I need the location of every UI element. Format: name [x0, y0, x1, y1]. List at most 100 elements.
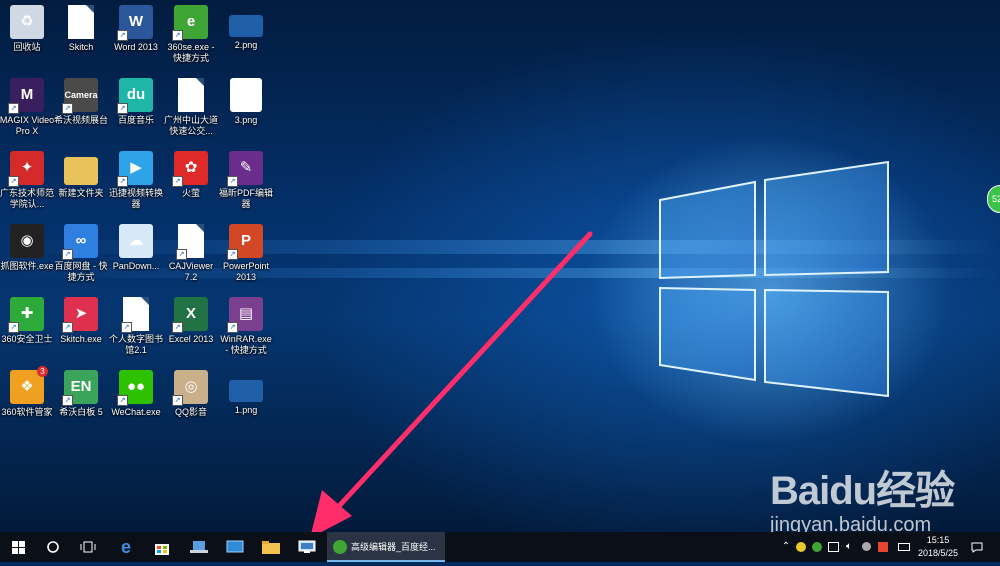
desktop-icon-image: ♻	[10, 5, 44, 39]
tray-stop-icon[interactable]	[862, 532, 876, 562]
shortcut-arrow-icon: ↗	[8, 322, 19, 333]
network-window-button[interactable]	[289, 532, 325, 562]
desktop-icon-label: 广东技术师范学院认...	[0, 188, 54, 209]
watermark-url: jingyan.baidu.com	[770, 514, 932, 532]
desktop-icon[interactable]: ✿ ↗ 火萤	[163, 151, 219, 199]
desktop-icon-label: 广州中山大道快速公交...	[163, 115, 218, 136]
desktop-icon[interactable]: 广州中山大道快速公交...	[163, 78, 219, 137]
cortana-button[interactable]	[36, 532, 70, 562]
desktop-icon-label: Skitch	[68, 42, 94, 52]
desktop-icon[interactable]: ▶ ↗ 迅捷视频转换器	[108, 151, 164, 210]
desktop-icon-label: 360软件管家	[1, 407, 53, 417]
desktop-icon[interactable]: 新建文件夹	[53, 151, 109, 199]
browser-360-icon	[333, 540, 347, 554]
desktop-icon-label: 百度音乐	[117, 115, 154, 125]
desktop-icon-label: 福昕PDF编辑器	[218, 188, 273, 209]
shortcut-arrow-icon: ↗	[8, 176, 19, 187]
desktop-icon-label: PowerPoint 2013	[222, 261, 270, 282]
remote-desktop-button[interactable]	[217, 532, 253, 562]
desktop-icon[interactable]: X ↗ Excel 2013	[163, 297, 219, 345]
desktop-icon-label: CAJViewer 7.2	[168, 261, 214, 282]
desktop[interactable]: ♻ 回收站 Skitch W ↗ Word 2013 e ↗ 360se.exe - 快捷方式 2…	[0, 0, 1000, 532]
desktop-icon[interactable]: ●● ↗ WeChat.exe	[108, 370, 164, 418]
desktop-icon[interactable]: ∞ ↗ 百度网盘 - 快捷方式	[53, 224, 109, 283]
desktop-icon[interactable]: ✦ ↗ 广东技术师范学院认...	[0, 151, 55, 210]
desktop-icon[interactable]: ✚ ↗ 360安全卫士	[0, 297, 55, 345]
desktop-icon[interactable]: ◎ ↗ QQ影音	[163, 370, 219, 418]
action-center-button[interactable]	[966, 532, 988, 562]
desktop-icon[interactable]: P ↗ PowerPoint 2013	[218, 224, 274, 283]
desktop-icon-image: ✎ ↗	[227, 151, 263, 187]
desktop-icon[interactable]: W ↗ Word 2013	[108, 5, 164, 53]
edge-button[interactable]: e	[108, 532, 144, 562]
tray-network-icon[interactable]	[828, 532, 842, 562]
start-button[interactable]	[0, 532, 36, 562]
desktop-icon-image	[229, 380, 263, 402]
show-hidden-icons-button[interactable]: ⌃	[780, 532, 792, 562]
desktop-icon-label: QQ影音	[174, 407, 207, 417]
desktop-icon[interactable]: ↗ 个人数字图书馆2.1	[108, 297, 164, 356]
desktop-icon-image: ↗	[121, 297, 149, 333]
desktop-icon[interactable]: 2.png	[218, 5, 274, 51]
desktop-icon-label: 抓图软件.exe	[0, 261, 54, 271]
file-explorer-button[interactable]	[253, 532, 289, 562]
task-view-icon	[80, 541, 96, 553]
desktop-icon-label: 火萤	[181, 188, 200, 198]
shortcut-arrow-icon: ↗	[62, 395, 73, 406]
shortcut-arrow-icon: ↗	[62, 103, 73, 114]
red-arrow-annotation	[311, 231, 593, 532]
desktop-icon[interactable]: M ↗ MAGIX Video Pro X	[0, 78, 55, 137]
desktop-icon[interactable]: du ↗ 百度音乐	[108, 78, 164, 126]
shortcut-arrow-icon: ↗	[62, 249, 73, 260]
desktop-icon-image: ◉	[10, 224, 44, 258]
desktop-icon[interactable]: ➤ ↗ Skitch.exe	[53, 297, 109, 345]
desktop-icon-label: 2.png	[234, 40, 258, 50]
edge-icon: e	[120, 537, 131, 557]
laptop-app-button[interactable]	[181, 532, 217, 562]
desktop-icon[interactable]: Skitch	[53, 5, 109, 53]
shortcut-arrow-icon: ↗	[117, 103, 128, 114]
shortcut-arrow-icon: ↗	[172, 322, 183, 333]
desktop-icon-label: Word 2013	[114, 42, 158, 52]
chevron-up-icon: ⌃	[781, 541, 791, 552]
desktop-icon-image: P ↗	[227, 224, 263, 260]
desktop-icon-image: du ↗	[117, 78, 153, 114]
desktop-icon[interactable]: 3.png	[218, 78, 274, 126]
desktop-icon[interactable]: ☁ PanDown...	[108, 224, 164, 272]
desktop-icon-image: ❖ 3	[10, 366, 48, 404]
desktop-icon-label: 360安全卫士	[1, 334, 53, 344]
desktop-icon[interactable]: EN ↗ 希沃白板 5	[53, 370, 109, 418]
shortcut-arrow-icon: ↗	[227, 249, 238, 260]
desktop-icon[interactable]: ▤ ↗ WinRAR.exe - 快捷方式	[218, 297, 274, 356]
cortana-icon	[47, 541, 59, 553]
store-button[interactable]	[144, 532, 180, 562]
desktop-icon-label: 回收站	[13, 42, 41, 52]
desktop-icon[interactable]: ◉ 抓图软件.exe	[0, 224, 55, 272]
desktop-icon[interactable]: Camera ↗ 希沃视频展台	[53, 78, 109, 126]
desktop-icon-image: X ↗	[172, 297, 208, 333]
action-center-icon	[971, 542, 983, 553]
desktop-icon-image	[229, 15, 263, 37]
desktop-icon[interactable]: e ↗ 360se.exe - 快捷方式	[163, 5, 219, 64]
shortcut-arrow-icon: ↗	[172, 395, 183, 406]
tray-security-icon[interactable]	[812, 532, 826, 562]
store-icon	[155, 544, 169, 555]
desktop-icon[interactable]: ❖ 3 360软件管家	[0, 366, 55, 418]
desktop-icon[interactable]: 1.png	[218, 370, 274, 416]
desktop-icon-image: EN ↗	[62, 370, 98, 406]
shortcut-arrow-icon: ↗	[117, 30, 128, 41]
desktop-icon[interactable]: ✎ ↗ 福昕PDF编辑器	[218, 151, 274, 210]
tray-360-icon[interactable]	[796, 532, 810, 562]
file-explorer-icon	[262, 541, 280, 554]
desktop-icon-label: 百度网盘 - 快捷方式	[54, 261, 108, 282]
tray-volume-icon[interactable]: 🔈︎	[846, 532, 860, 562]
desktop-icon[interactable]: ♻ 回收站	[0, 5, 55, 53]
desktop-icon[interactable]: ↗ CAJViewer 7.2	[163, 224, 219, 283]
active-window-button[interactable]: 高级编辑器_百度经...	[327, 532, 445, 562]
floating-speed-badge[interactable]: 52	[987, 185, 1000, 213]
task-view-button[interactable]	[70, 532, 106, 562]
system-clock[interactable]: 15:15 2018/5/25	[912, 534, 964, 560]
tray-sogou-icon[interactable]	[878, 532, 892, 562]
desktop-icon-label: 3.png	[234, 115, 258, 125]
desktop-icon-image: ↗	[176, 224, 204, 260]
